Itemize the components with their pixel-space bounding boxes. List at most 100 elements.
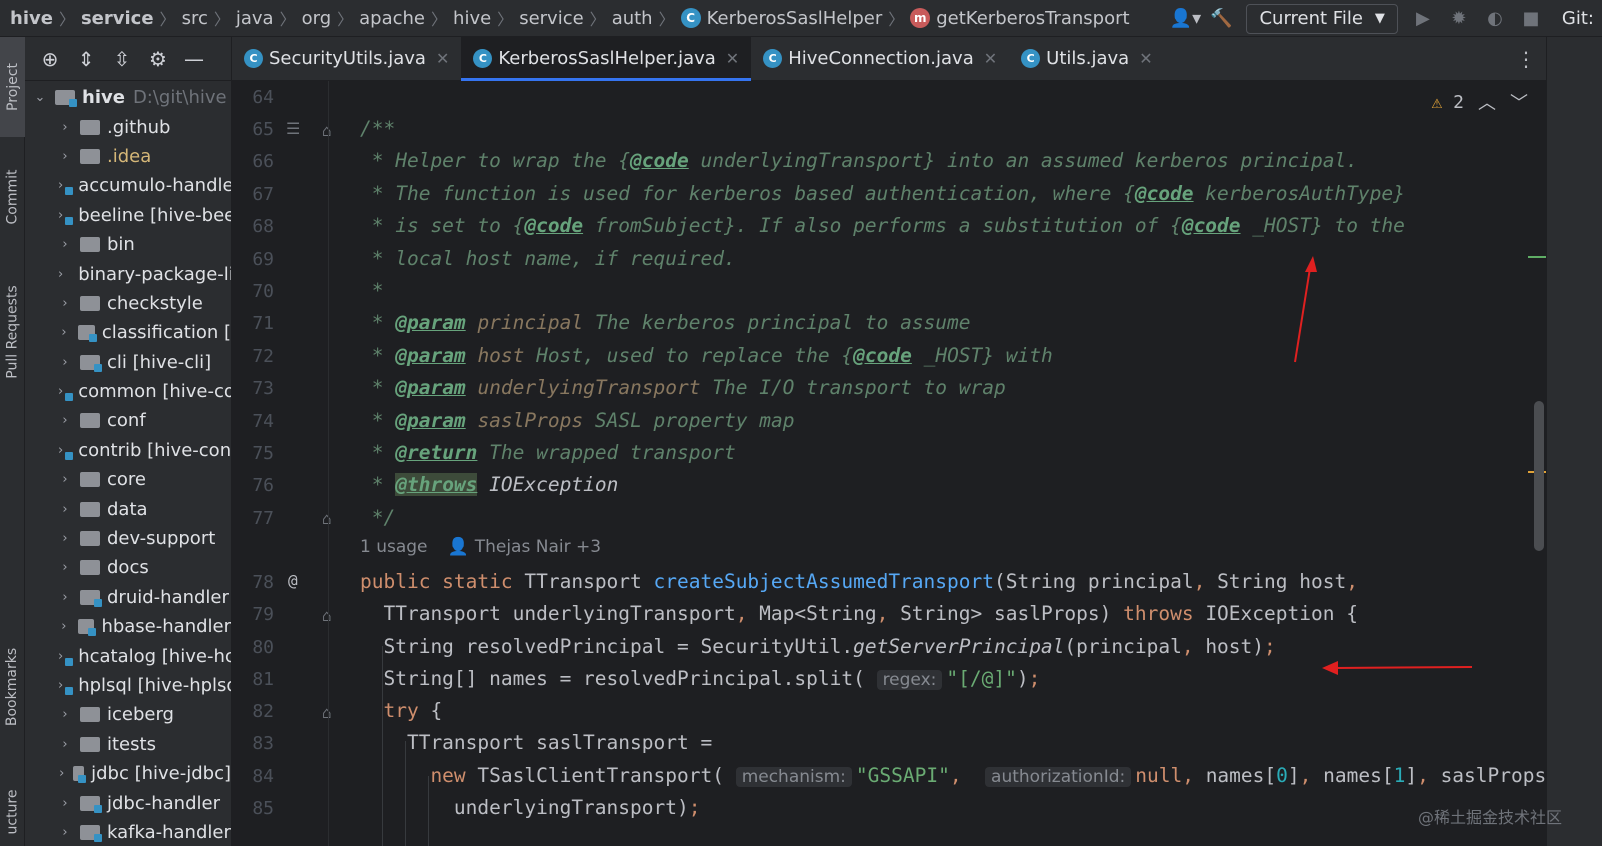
tree-item[interactable]: › .idea (58, 142, 231, 171)
chevron-right-icon[interactable]: › (58, 149, 72, 164)
chevron-right-icon[interactable]: › (58, 384, 63, 399)
vcs-label[interactable]: Git: (1556, 8, 1594, 29)
chevron-right-icon[interactable]: › (58, 178, 63, 193)
tab-security-utils[interactable]: C SecurityUtils.java ✕ (232, 37, 461, 80)
tree-item[interactable]: › classification [ (58, 318, 231, 347)
tree-item[interactable]: › contrib [hive-contrib] (58, 436, 231, 465)
project-tool-tab[interactable]: Project (0, 37, 25, 137)
chevron-right-icon[interactable]: › (58, 737, 72, 752)
breadcrumb-item[interactable]: service 〉 (519, 0, 612, 36)
gear-icon[interactable]: ⚙ (147, 47, 169, 71)
chevron-right-icon[interactable]: › (58, 296, 72, 311)
fold-icon[interactable]: ⌂ (322, 121, 332, 140)
tree-item[interactable]: › hbase-handler (58, 612, 231, 641)
stop-icon[interactable]: ■ (1520, 8, 1542, 30)
breadcrumb-item[interactable]: service 〉 (81, 0, 182, 36)
more-vertical-icon[interactable]: ⋮ (1516, 47, 1536, 71)
tree-item[interactable]: › jdbc [hive-jdbc] (58, 759, 231, 788)
tree-item[interactable]: › conf (58, 406, 231, 435)
chevron-right-icon[interactable]: › (58, 413, 72, 428)
chevron-up-icon[interactable]: ︿ (1478, 89, 1496, 115)
at-icon[interactable]: @ (288, 571, 298, 590)
tab-hive-connection[interactable]: C HiveConnection.java ✕ (751, 37, 1009, 80)
collapse-all-icon[interactable]: ⇳ (111, 47, 133, 71)
expand-all-icon[interactable]: ⇕ (75, 47, 97, 71)
tree-item[interactable]: › jdbc-handler (58, 788, 231, 817)
tree-item[interactable]: › core (58, 465, 231, 494)
structure-tool-tab[interactable]: ucture (0, 777, 25, 846)
tree-item[interactable]: › dev-support (58, 524, 231, 553)
tree-item[interactable]: › accumulo-handler (58, 171, 231, 200)
chevron-right-icon[interactable]: › (58, 120, 72, 135)
scrollbar-thumb[interactable] (1534, 401, 1544, 551)
breadcrumb-class[interactable]: C KerberosSaslHelper 〉 (680, 0, 911, 36)
coverage-icon[interactable]: ◐ (1484, 8, 1506, 30)
tree-item[interactable]: › hplsql [hive-hplsql] (58, 671, 231, 700)
tree-item[interactable]: › iceberg (58, 700, 231, 729)
breadcrumb-item[interactable]: apache 〉 (359, 0, 453, 36)
tree-root[interactable]: ⌄ hive D:\git\hive (33, 83, 231, 112)
locate-icon[interactable]: ⊕ (39, 47, 61, 71)
breadcrumb-item[interactable]: hive 〉 (10, 0, 81, 36)
tree-item[interactable]: › checkstyle (58, 289, 231, 318)
breadcrumb-item[interactable]: auth 〉 (612, 0, 681, 36)
chevron-right-icon[interactable]: › (58, 825, 72, 840)
chevron-right-icon[interactable]: › (58, 237, 72, 252)
build-hammer-icon[interactable]: 🔨 (1210, 8, 1232, 30)
chevron-right-icon[interactable]: › (58, 208, 63, 223)
chevron-right-icon[interactable]: › (58, 649, 63, 664)
hide-icon[interactable]: — (183, 47, 205, 71)
user-icon[interactable]: 👤▾ (1170, 8, 1201, 30)
inspection-widget[interactable]: ⚠ 2 ︿ ﹀ (1431, 89, 1528, 115)
chevron-right-icon[interactable]: › (58, 502, 72, 517)
breadcrumb-method[interactable]: m getKerberosTransport (910, 0, 1130, 36)
chevron-right-icon[interactable]: › (58, 590, 72, 605)
fold-icon[interactable]: ⌂ (322, 703, 332, 722)
close-icon[interactable]: ✕ (726, 49, 739, 68)
breadcrumb-item[interactable]: hive 〉 (453, 0, 519, 36)
breadcrumb-item[interactable]: java 〉 (236, 0, 302, 36)
tree-item[interactable]: › .github (58, 112, 231, 141)
chevron-right-icon[interactable]: › (58, 355, 72, 370)
tree-item[interactable]: › data (58, 494, 231, 523)
breadcrumb-item[interactable]: org 〉 (302, 0, 360, 36)
tree-item[interactable]: › cli [hive-cli] (58, 348, 231, 377)
code-area[interactable]: 64 65 66 67 68 69 70 71 72 73 74 75 76 77 78 79 80 81 82 83… (232, 81, 1546, 846)
fold-icon[interactable]: ⌂ (322, 606, 332, 625)
chevron-right-icon[interactable]: › (58, 443, 63, 458)
editor-scrollbar[interactable] (1528, 121, 1546, 846)
tree-item[interactable]: › hcatalog [hive-hcatalog] (58, 641, 231, 670)
close-icon[interactable]: ✕ (436, 49, 449, 68)
close-icon[interactable]: ✕ (984, 49, 997, 68)
breadcrumb-item[interactable]: src 〉 (182, 0, 236, 36)
run-configuration-select[interactable]: Current File ▼ (1246, 3, 1398, 34)
tab-utils[interactable]: C Utils.java ✕ (1009, 37, 1164, 80)
tree-item[interactable]: › common [hive-common] (58, 377, 231, 406)
tree-item[interactable]: › docs (58, 553, 231, 582)
pull-requests-tool-tab[interactable]: Pull Requests (0, 267, 25, 397)
chevron-right-icon[interactable]: › (58, 619, 70, 634)
chevron-right-icon[interactable]: › (58, 472, 72, 487)
chevron-right-icon[interactable]: › (58, 796, 72, 811)
chevron-right-icon[interactable]: › (58, 678, 63, 693)
chevron-right-icon[interactable]: › (58, 707, 72, 722)
run-icon[interactable]: ▶ (1412, 8, 1434, 30)
chevron-down-icon[interactable]: ﹀ (1510, 89, 1528, 115)
bookmarks-tool-tab[interactable]: Bookmarks (0, 627, 25, 747)
chevron-right-icon[interactable]: › (58, 531, 72, 546)
tree-item[interactable]: › beeline [hive-beeline] (58, 201, 231, 230)
tree-item[interactable]: › itests (58, 730, 231, 759)
doc-render-icon[interactable]: ☰ (286, 119, 300, 138)
fold-icon[interactable]: ⌂ (322, 509, 332, 528)
debug-icon[interactable]: ✹ (1448, 8, 1470, 30)
chevron-right-icon[interactable]: › (58, 325, 70, 340)
usage-inlay[interactable]: 1 usage 👤 Thejas Nair +3 (360, 537, 601, 557)
close-icon[interactable]: ✕ (1139, 49, 1152, 68)
commit-tool-tab[interactable]: Commit (0, 152, 25, 242)
tab-kerberos-sasl-helper[interactable]: C KerberosSaslHelper.java ✕ (461, 37, 752, 81)
tree-item[interactable]: › druid-handler (58, 583, 231, 612)
chevron-right-icon[interactable]: › (58, 766, 65, 781)
tree-item[interactable]: › kafka-handler (58, 818, 231, 846)
tree-item[interactable]: › bin (58, 230, 231, 259)
tree-item[interactable]: › binary-package-licenses (58, 259, 231, 288)
